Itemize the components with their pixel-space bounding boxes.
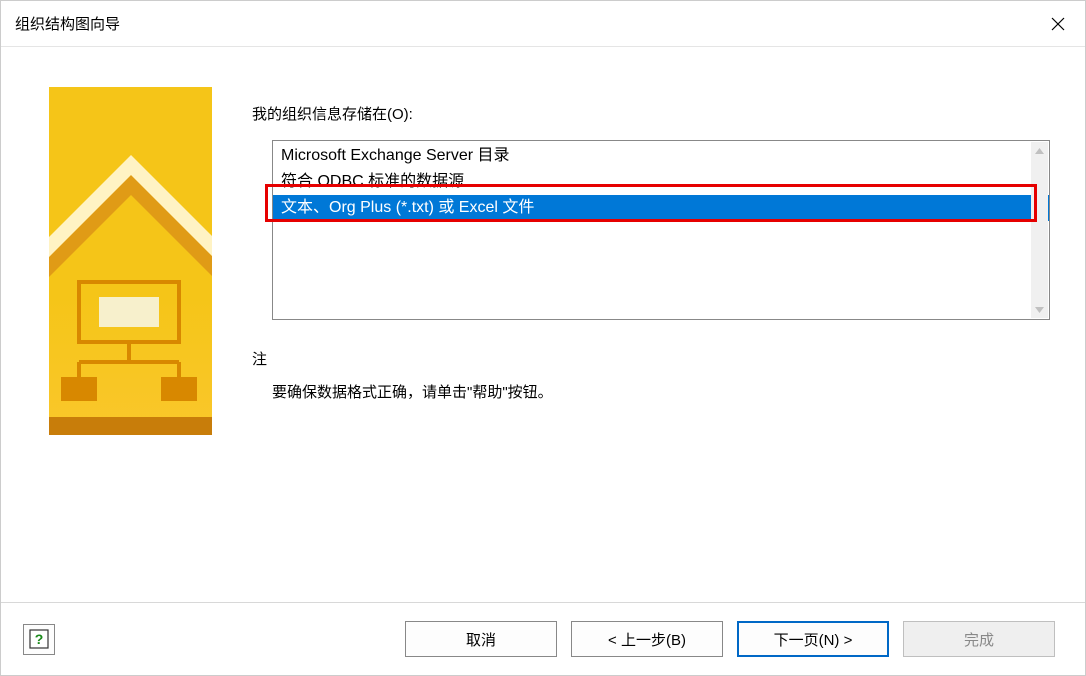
main-content: 我的组织信息存储在(O): Microsoft Exchange Server … (212, 87, 1050, 602)
data-source-label: 我的组织信息存储在(O): (252, 103, 1050, 124)
dialog-footer: ? 取消 < 上一步(B) 下一页(N) > 完成 (1, 602, 1085, 675)
dialog-body: 我的组织信息存储在(O): Microsoft Exchange Server … (1, 47, 1085, 602)
titlebar: 组织结构图向导 (1, 1, 1085, 47)
cancel-button[interactable]: 取消 (405, 621, 557, 657)
dialog-title: 组织结构图向导 (15, 13, 120, 34)
listbox-scrollbar[interactable] (1031, 142, 1048, 318)
back-button[interactable]: < 上一步(B) (571, 621, 723, 657)
footer-buttons: 取消 < 上一步(B) 下一页(N) > 完成 (405, 621, 1055, 657)
wizard-illustration (49, 87, 212, 435)
help-button[interactable]: ? (23, 624, 55, 655)
finish-button: 完成 (903, 621, 1055, 657)
scroll-down-icon[interactable] (1031, 301, 1048, 318)
close-icon (1051, 17, 1065, 31)
next-button[interactable]: 下一页(N) > (737, 621, 889, 657)
note-text: 要确保数据格式正确，请单击"帮助"按钮。 (272, 381, 1050, 402)
scroll-up-icon[interactable] (1031, 142, 1048, 159)
close-button[interactable] (1031, 2, 1085, 46)
wizard-dialog: 组织结构图向导 我的组织信息存储 (0, 0, 1086, 676)
list-item[interactable]: Microsoft Exchange Server 目录 (273, 143, 1049, 169)
note-heading: 注 (252, 348, 1050, 369)
data-source-listbox[interactable]: Microsoft Exchange Server 目录 符合 ODBC 标准的… (272, 140, 1050, 320)
list-item[interactable]: 符合 ODBC 标准的数据源 (273, 169, 1049, 195)
svg-text:?: ? (35, 631, 44, 647)
help-icon: ? (28, 628, 50, 650)
listbox-wrapper: Microsoft Exchange Server 目录 符合 ODBC 标准的… (272, 140, 1050, 320)
list-item-selected[interactable]: 文本、Org Plus (*.txt) 或 Excel 文件 (273, 195, 1049, 221)
